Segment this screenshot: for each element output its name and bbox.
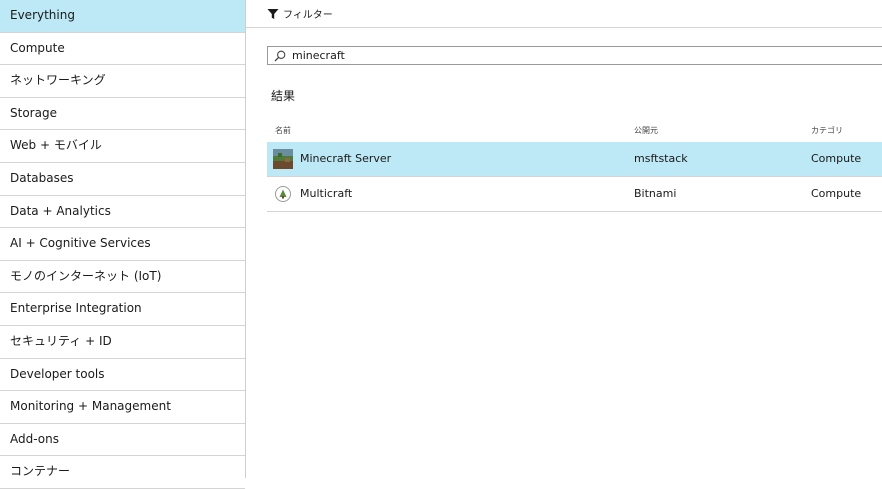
sidebar-item-developer-tools[interactable]: Developer tools [0,359,245,392]
minecraft-thumbnail-icon [273,149,293,169]
sidebar-item-containers[interactable]: コンテナー [0,456,245,489]
funnel-icon [267,8,279,19]
table-header: 名前 公開元 カテゴリ [267,118,882,142]
sidebar-item-networking[interactable]: ネットワーキング [0,65,245,98]
sidebar-item-enterprise-integration[interactable]: Enterprise Integration [0,293,245,326]
column-header-name[interactable]: 名前 [275,125,291,136]
table-row[interactable]: Multicraft Bitnami Compute [267,177,882,212]
row-category: Compute [811,187,862,200]
toolbar: フィルター [246,0,882,28]
sidebar-item-data-analytics[interactable]: Data + Analytics [0,196,245,229]
row-publisher: Bitnami [634,187,677,200]
bitnami-icon [275,186,291,202]
sidebar-item-compute[interactable]: Compute [0,33,245,66]
main-panel: フィルター 結果 名前 公開元 カテゴリ Minecraft Server [246,0,882,478]
category-sidebar: Everything Compute ネットワーキング Storage Web … [0,0,246,489]
row-publisher: msftstack [634,152,688,165]
row-name: Minecraft Server [300,152,392,165]
results-heading: 結果 [271,89,296,103]
sidebar-item-databases[interactable]: Databases [0,163,245,196]
results-table: 名前 公開元 カテゴリ Minecraft Server msftstack C… [267,118,882,212]
sidebar-item-monitoring[interactable]: Monitoring + Management [0,391,245,424]
filter-button[interactable]: フィルター [267,6,333,21]
sidebar-item-web-mobile[interactable]: Web + モバイル [0,130,245,163]
sidebar-item-storage[interactable]: Storage [0,98,245,131]
sidebar-item-iot[interactable]: モノのインターネット (IoT) [0,261,245,294]
sidebar-item-add-ons[interactable]: Add-ons [0,424,245,457]
sidebar-item-ai-cognitive[interactable]: AI + Cognitive Services [0,228,245,261]
search-box[interactable] [267,46,882,65]
row-category: Compute [811,152,862,165]
table-row[interactable]: Minecraft Server msftstack Compute [267,142,882,177]
column-header-category[interactable]: カテゴリ [811,125,843,136]
sidebar-item-security-identity[interactable]: セキュリティ + ID [0,326,245,359]
search-input[interactable] [292,49,882,62]
row-name: Multicraft [300,187,353,200]
column-header-publisher[interactable]: 公開元 [634,125,658,136]
filter-label: フィルター [283,10,333,21]
sidebar-item-everything[interactable]: Everything [0,0,245,33]
search-icon [274,50,286,61]
